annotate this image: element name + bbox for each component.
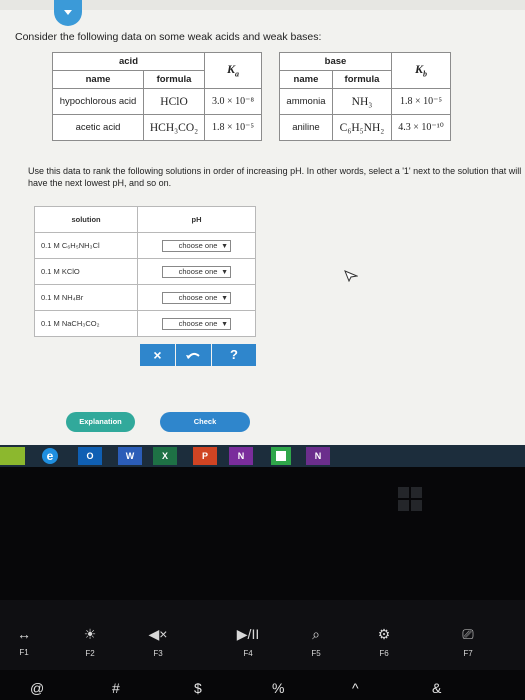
check-button[interactable]: Check (160, 412, 250, 432)
key-caret[interactable]: ^ (352, 680, 359, 696)
acid-table: acid Ka name formula hypochlorous acid H… (51, 52, 262, 141)
ph-rank-select[interactable]: choose one ▼ (162, 317, 232, 330)
f4-key[interactable]: ▶/II F4 (218, 626, 278, 658)
onenote-icon[interactable]: N (229, 447, 253, 465)
f2-key[interactable]: ☀ F2 (70, 626, 110, 658)
acid-col-formula: formula (143, 70, 205, 89)
function-key-row: ↔ F1 ☀ F2 ◀× F3 ▶/II F4 ⌕ F5 ⚙ F6 ⎚ F7 (0, 600, 525, 670)
ph-rank-select[interactable]: choose one ▼ (162, 239, 232, 252)
chevron-down-icon: ▼ (221, 294, 229, 302)
brightness-icon: ☀ (83, 626, 97, 642)
windows-logo-icon (398, 487, 422, 511)
base-table: base Kb name formula ammonia NH₃ 1.8 × 1… (279, 52, 451, 141)
base-formula: C₆H₅NH₂ (331, 114, 393, 141)
taskbar-app-icon[interactable] (0, 447, 25, 465)
settings-icon: ⚙ (377, 626, 391, 642)
key-dollar[interactable]: $ (194, 680, 202, 696)
mute-icon: ◀× (148, 626, 168, 642)
rank-col-solution: solution (33, 206, 139, 233)
base-kb: 1.8 × 10⁻⁵ (391, 88, 451, 115)
ka-header: Ka (204, 52, 262, 89)
key-hash[interactable]: # (112, 680, 120, 696)
collapse-tab[interactable] (54, 0, 82, 26)
f7-key[interactable]: ⎚ F7 (438, 626, 498, 658)
ph-rank-select[interactable]: choose one ▼ (162, 265, 232, 278)
key-at[interactable]: @ (30, 680, 44, 696)
key-percent[interactable]: % (272, 680, 284, 696)
solution-label: 0.1 M C₆H₅NH₃Cl (33, 232, 139, 259)
assignment-screen: Consider the following data on some weak… (0, 0, 525, 445)
instructions: Use this data to rank the following solu… (28, 166, 522, 188)
base-name: aniline (279, 114, 333, 141)
rank-col-ph: pH (137, 206, 256, 233)
chevron-down-icon: ▼ (221, 320, 229, 328)
search-icon: ⌕ (312, 626, 320, 642)
select-value: choose one (178, 292, 218, 302)
play-pause-icon: ▶/II (236, 626, 260, 642)
solution-label: 0.1 M NaCH₃CO₂ (33, 310, 139, 337)
undo-button[interactable] (176, 344, 211, 366)
acid-name: acetic acid (51, 114, 145, 141)
select-value: choose one (178, 266, 218, 276)
acid-name: hypochlorous acid (51, 88, 145, 115)
f6-key[interactable]: ⚙ F6 (364, 626, 404, 658)
devices-icon: ⎚ (462, 626, 474, 642)
onenote-app-icon[interactable]: N (306, 447, 330, 465)
base-header: base (279, 52, 392, 71)
outlook-icon[interactable]: O (78, 447, 102, 465)
kb-header: Kb (391, 52, 451, 89)
solution-label: 0.1 M KClO (33, 258, 139, 285)
internet-explorer-icon[interactable]: e (40, 447, 60, 465)
select-value: choose one (178, 240, 218, 250)
store-icon[interactable] (271, 447, 291, 465)
rank-table: solution pH 0.1 M C₆H₅NH₃Cl choose one ▼ … (33, 206, 256, 337)
help-button[interactable]: ? (212, 344, 256, 366)
base-name: ammonia (279, 88, 333, 115)
base-kb: 4.3 × 10⁻¹⁰ (391, 114, 451, 141)
key-ampersand[interactable]: & (432, 680, 441, 696)
acid-ka: 3.0 × 10⁻⁸ (204, 88, 262, 115)
acid-ka: 1.8 × 10⁻⁵ (204, 114, 262, 141)
question-prompt: Consider the following data on some weak… (15, 31, 322, 43)
taskbar: e O W X P N N (0, 445, 525, 467)
chevron-down-icon: ▼ (221, 268, 229, 276)
chevron-down-icon (64, 10, 72, 15)
select-value: choose one (178, 318, 218, 328)
undo-icon (186, 352, 200, 359)
f3-key[interactable]: ◀× F3 (138, 626, 178, 658)
word-icon[interactable]: W (118, 447, 142, 465)
acid-col-name: name (51, 70, 145, 89)
explanation-button[interactable]: Explanation (66, 412, 135, 432)
f1-key[interactable]: ↔ F1 (4, 626, 44, 657)
powerpoint-icon[interactable]: P (193, 447, 217, 465)
ph-rank-select[interactable]: choose one ▼ (162, 291, 232, 304)
f5-key[interactable]: ⌕ F5 (296, 626, 336, 658)
acid-header: acid (52, 52, 205, 71)
display-switch-icon: ↔ (17, 626, 31, 642)
base-formula: NH₃ (331, 88, 393, 115)
base-col-name: name (279, 70, 333, 89)
excel-icon[interactable]: X (153, 447, 177, 465)
mouse-cursor-icon (344, 270, 358, 282)
acid-formula: HClO (143, 88, 205, 115)
chevron-down-icon: ▼ (221, 242, 229, 250)
acid-formula: HCH₃CO₂ (143, 114, 205, 141)
base-col-formula: formula (331, 70, 393, 89)
clear-button[interactable]: × (140, 344, 175, 366)
solution-label: 0.1 M NH₄Br (33, 284, 139, 311)
